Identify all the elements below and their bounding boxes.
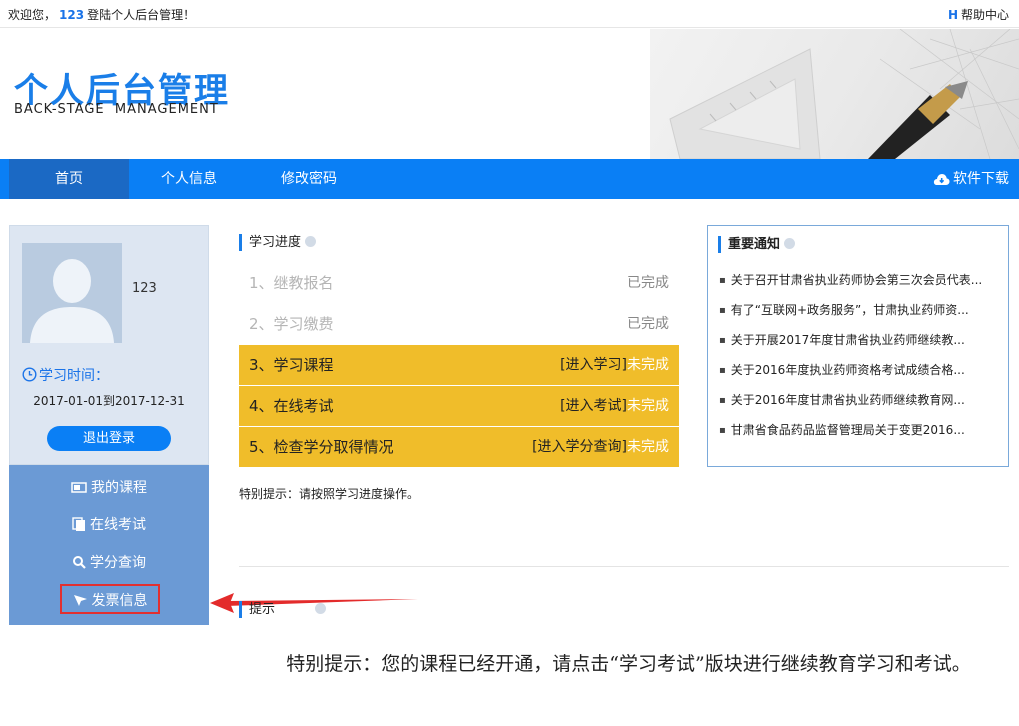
notice-item[interactable]: 关于开展2017年度甘肃省执业药师继续教... (719, 330, 1001, 360)
invoice-icon (73, 595, 87, 606)
progress-step-5: 5、检查学分取得情况 [进入学分查询]未完成 (239, 427, 679, 467)
help-question-icon (305, 236, 317, 247)
sidebar-item-online-exam[interactable]: 在线考试 (9, 510, 209, 540)
welcome-prefix: 欢迎您， (8, 8, 57, 22)
software-download-link[interactable]: 软件下载 (933, 159, 1009, 199)
progress-tip: 特别提示：请按照学习进度操作。 (239, 487, 420, 501)
sidebar-item-credit-query[interactable]: 学分查询 (9, 548, 209, 578)
sidebar-item-my-courses[interactable]: 我的课程 (9, 473, 209, 503)
nav-tab-personal-info[interactable]: 个人信息 (129, 159, 249, 199)
welcome-username: 123 (59, 8, 85, 22)
step-label: 3、学习课程 (249, 356, 334, 374)
study-time-label: 学习时间： (22, 365, 109, 385)
progress-step-3: 3、学习课程 [进入学习]未完成 (239, 345, 679, 385)
notice-title: 重要通知 (718, 236, 796, 253)
step-status-text: 未完成 (627, 357, 669, 373)
help-question-icon (315, 603, 327, 614)
hint-message: 特别提示：您的课程已经开通，请点击“学习考试”版块进行继续教育学习和考试。 (286, 653, 971, 675)
welcome-suffix: 登陆个人后台管理！ (87, 8, 196, 22)
step-status: 已完成 (627, 316, 669, 332)
search-icon (73, 556, 86, 569)
sidebar-menu: 我的课程 在线考试 学分查询 发票信息 (9, 465, 209, 625)
progress-section-title: 学习进度 (239, 234, 317, 251)
notice-item[interactable]: 甘肃省食品药品监督管理局关于变更2016... (719, 420, 1001, 450)
notice-panel: 重要通知 关于召开甘肃省执业药师协会第三次会员代表... 有了“互联网+政务服务… (707, 225, 1009, 467)
study-time-text: 学习时间： (39, 368, 109, 384)
software-download-label: 软件下载 (953, 171, 1009, 187)
avatar (22, 243, 122, 343)
header: 个人后台管理 BACK-STAGE MANAGEMENT (0, 29, 1019, 159)
progress-step-4: 4、在线考试 [进入考试]未完成 (239, 386, 679, 426)
progress-step-1: 1、继教报名 已完成 (239, 263, 679, 303)
main-nav: 首页 个人信息 修改密码 软件下载 (0, 159, 1019, 199)
study-date-range: 2017-01-01到2017-12-31 (33, 394, 185, 408)
welcome-message: 欢迎您， 123 登陆个人后台管理！ (8, 6, 195, 23)
progress-steps: 1、继教报名 已完成 2、学习缴费 已完成 3、学习课程 [进入学习]未完成 4… (239, 263, 679, 468)
step-status: [进入学习]未完成 (560, 345, 669, 385)
profile-username: 123 (132, 281, 157, 296)
notice-list: 关于召开甘肃省执业药师协会第三次会员代表... 有了“互联网+政务服务”，甘肃执… (719, 270, 1001, 450)
sidebar-item-label: 我的课程 (91, 480, 147, 496)
clock-icon (22, 367, 37, 382)
sidebar-item-invoice-info[interactable]: 发票信息 (60, 584, 160, 614)
progress-step-2: 2、学习缴费 已完成 (239, 304, 679, 344)
help-icon: H (947, 8, 958, 22)
enter-exam-link[interactable]: [进入考试] (560, 398, 627, 414)
step-status: [进入考试]未完成 (560, 386, 669, 426)
header-banner-image (650, 29, 1019, 159)
notice-item[interactable]: 关于2016年度执业药师资格考试成绩合格... (719, 360, 1001, 390)
site-subtitle: BACK-STAGE MANAGEMENT (14, 102, 219, 117)
hint-section-title: 提示 (239, 601, 327, 618)
notice-item[interactable]: 有了“互联网+政务服务”，甘肃执业药师资... (719, 300, 1001, 330)
step-status: 已完成 (627, 275, 669, 291)
nav-tab-home[interactable]: 首页 (9, 159, 129, 199)
step-label: 1、继教报名 (249, 274, 334, 292)
notice-item[interactable]: 关于2016年度甘肃省执业药师继续教育网... (719, 390, 1001, 420)
step-label: 4、在线考试 (249, 397, 334, 415)
help-question-icon (784, 238, 796, 249)
exam-icon (72, 517, 85, 531)
top-bar: 欢迎您， 123 登陆个人后台管理！ H 帮助中心 (0, 0, 1019, 28)
profile-panel: 123 学习时间： 2017-01-01到2017-12-31 退出登录 (9, 225, 209, 465)
step-label: 2、学习缴费 (249, 315, 334, 333)
notice-title-text: 重要通知 (728, 237, 781, 252)
section-divider (239, 566, 1009, 567)
sidebar-item-label: 学分查询 (90, 555, 146, 571)
video-icon (71, 482, 87, 493)
sidebar-item-label: 发票信息 (91, 593, 148, 609)
step-status-text: 未完成 (627, 439, 669, 455)
sidebar-item-label: 在线考试 (90, 517, 146, 533)
enter-credit-query-link[interactable]: [进入学分查询] (532, 439, 627, 455)
cloud-download-icon (933, 174, 950, 185)
logout-button[interactable]: 退出登录 (47, 426, 171, 451)
notice-item[interactable]: 关于召开甘肃省执业药师协会第三次会员代表... (719, 270, 1001, 300)
help-center-label: 帮助中心 (960, 8, 1009, 22)
step-label: 5、检查学分取得情况 (249, 438, 394, 456)
default-avatar-icon (30, 259, 114, 343)
enter-study-link[interactable]: [进入学习] (560, 357, 627, 373)
step-status: [进入学分查询]未完成 (532, 427, 669, 467)
nav-tab-change-password[interactable]: 修改密码 (249, 159, 369, 199)
progress-title-text: 学习进度 (249, 235, 302, 250)
pen-ruler-illustration (669, 29, 1019, 159)
help-center-link[interactable]: H 帮助中心 (948, 6, 1009, 23)
hint-title-text: 提示 (249, 602, 276, 617)
step-status-text: 未完成 (627, 398, 669, 414)
